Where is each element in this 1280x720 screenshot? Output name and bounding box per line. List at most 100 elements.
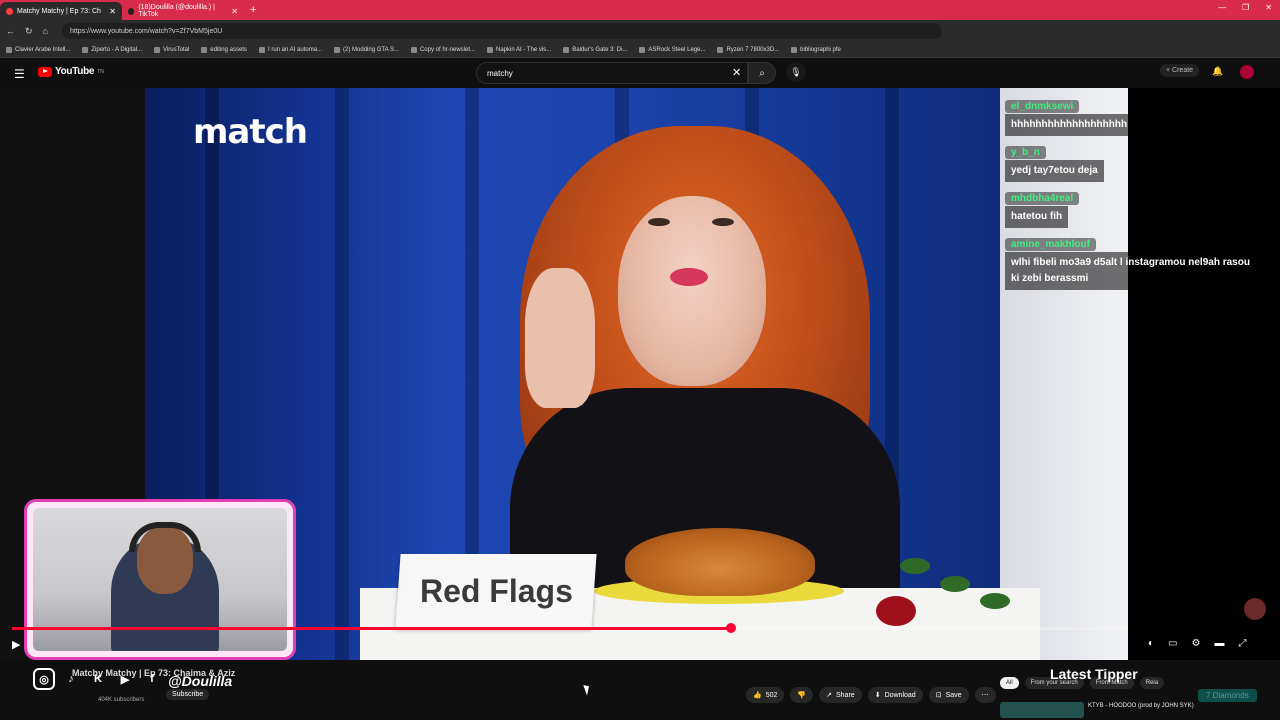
new-tab-button[interactable]: + [250,4,256,16]
bookmark-item[interactable]: Napkin AI - The vis... [487,46,551,53]
youtube-logo-text: YouTube [55,66,95,77]
song-thumbnail[interactable] [1000,702,1084,718]
thumbs-up-icon: 👍 [753,692,762,699]
window-controls: — ❐ ✕ [1218,3,1272,12]
facebook-icon: f [150,673,154,685]
bookmark-icon [563,46,570,53]
chat-username: amine_makhlouf [1005,238,1096,251]
create-button[interactable]: + Create [1160,64,1200,77]
reload-icon[interactable]: ↻ [25,26,33,37]
video-progress-bar[interactable] [12,623,1127,633]
bookmark-item[interactable]: editing assets [201,46,247,53]
avatar[interactable] [1240,65,1254,79]
subtitles-icon[interactable]: ▭ [1168,638,1177,649]
host-face [618,196,766,386]
chat-username: mhdbha4real [1005,192,1080,205]
more-icon: ⋯ [981,692,989,699]
chat-text: hatetou fih [1005,206,1069,228]
bookmark-item[interactable]: ASRock Steel Lege... [639,46,705,53]
search-input[interactable]: matchy [476,62,748,84]
download-icon: ⬇ [874,692,881,699]
bookmark-item[interactable]: Clavier Arabe Intell... [6,46,70,53]
bookmark-icon: ⊡ [935,692,942,699]
browser-tab-bar: Matchy Matchy | Ep 73: Ch ✕ (18)Doulilla… [0,0,1280,20]
chat-message: amine_makhlouf wlhi fibeli mo3a9 d5alt l… [1005,234,1275,290]
thumbs-down-icon: 👎 [797,692,807,699]
settings-icon[interactable]: ⚙ [1192,638,1201,649]
bookmark-icon [154,46,161,53]
tiktok-favicon-icon [128,7,135,15]
subscriber-count: 404K subscribers [98,697,145,703]
chip-related[interactable]: Rela [1139,677,1165,689]
chat-username: y_b_n [1005,146,1046,159]
youtube-header: ☰ YouTube TN matchy ✕ ⌕ 🎙 + Create 🔔 [0,58,1280,88]
kick-icon: K [94,673,102,685]
bookmark-icon [717,46,724,53]
search-icon: ⌕ [759,67,765,79]
bookmark-item[interactable]: Ryzen 7 7800x3D... [717,46,779,53]
tab-label: Matchy Matchy | Ep 73: Ch [17,7,101,15]
fullscreen-icon[interactable]: ⤢ [1238,638,1246,649]
stream-chat-overlay: el_dnmksewi hhhhhhhhhhhhhhhhhhh y_b_n ye… [1005,96,1275,296]
save-button[interactable]: ⊡ Save [928,687,969,703]
folder-icon [791,46,798,53]
back-icon[interactable]: ← [6,26,15,36]
youtube-logo[interactable]: YouTube TN [38,66,104,77]
voice-search-button[interactable]: 🎙 [786,62,806,82]
video-actions: 👍 502 👎 ↗ Share ⬇ Download ⊡ Save ⋯ [746,687,996,703]
tab-label: (18)Doulilla (@doulilla.) | TikTok [138,4,215,18]
bookmark-icon [82,46,89,53]
chat-text: hhhhhhhhhhhhhhhhhhh [1005,114,1134,136]
url-field[interactable]: https://www.youtube.com/watch?v=Zf7VbM5j… [61,23,942,39]
bookmark-item[interactable]: Baldur's Gate 3: Di... [563,46,627,53]
minimize-icon[interactable]: — [1218,3,1226,12]
tab-tiktok[interactable]: (18)Doulilla (@doulilla.) | TikTok ✕ [122,2,244,20]
chat-message: el_dnmksewi hhhhhhhhhhhhhhhhhhh [1005,96,1275,136]
bookmark-item[interactable]: VirusTotal [154,46,189,53]
bookmark-item[interactable]: bibliographi pfe [791,46,841,53]
youtube-icon: ▶ [120,673,130,686]
autoplay-toggle-icon[interactable]: ◐ [1148,638,1154,649]
chip-all[interactable]: All [1000,677,1019,689]
headset-icon [129,522,201,552]
close-icon[interactable]: ✕ [109,7,116,16]
streamer-handle: @Doulilla [168,673,233,689]
tab-matchy[interactable]: Matchy Matchy | Ep 73: Ch ✕ [0,2,122,20]
bookmarks-bar: Clavier Arabe Intell... Ziperto - A Digi… [0,42,1280,58]
tipper-diamonds: 7 Diamonds [1198,689,1257,702]
share-button[interactable]: ↗ Share [819,687,862,703]
dislike-button[interactable]: 👎 [790,687,814,703]
streamer-webcam [24,499,296,660]
social-icons: ◎ ♪ K ▶ f [33,668,163,690]
bookmark-item[interactable]: I run an AI automa... [259,46,322,53]
bookmark-item[interactable]: Copy of hr-newslet... [410,46,475,53]
host-lips [670,268,708,286]
maximize-icon[interactable]: ❐ [1242,3,1249,12]
card-text: Red Flags [419,572,573,609]
mic-icon: 🎙 [790,66,802,77]
recommended-song[interactable]: KTYB - HOODOO (prod by JOHN SYK) [1088,703,1194,709]
more-button[interactable]: ⋯ [974,687,996,703]
close-icon[interactable]: ✕ [231,7,238,16]
like-button[interactable]: 👍 502 [746,687,785,703]
bookmark-item[interactable]: Ziperto - A Digital... [82,46,142,53]
search-button[interactable]: ⌕ [748,62,776,84]
subscribe-button[interactable]: Subscribe [166,689,210,700]
country-code: TN [97,68,104,75]
notifications-icon[interactable]: 🔔 [1212,66,1223,77]
menu-icon[interactable]: ☰ [14,67,25,81]
bookmark-item[interactable]: (2) Modding GTA S... [334,46,399,53]
tiktok-icon: ♪ [68,673,74,685]
channel-watermark-icon[interactable] [1244,598,1266,620]
theater-mode-icon[interactable]: ▬ [1214,638,1224,649]
share-icon: ↗ [826,692,832,699]
play-icon[interactable]: ▶ [12,638,20,651]
match-logo: match [193,112,308,152]
download-button[interactable]: ⬇ Download [867,687,923,703]
close-window-icon[interactable]: ✕ [1265,3,1272,12]
latest-tipper-label: Latest Tipper [1050,666,1138,682]
chat-text: yedj tay7etou deja [1005,160,1104,182]
bookmark-icon [410,46,417,53]
home-icon[interactable]: ⌂ [43,26,48,36]
clear-search-icon[interactable]: ✕ [732,66,741,79]
